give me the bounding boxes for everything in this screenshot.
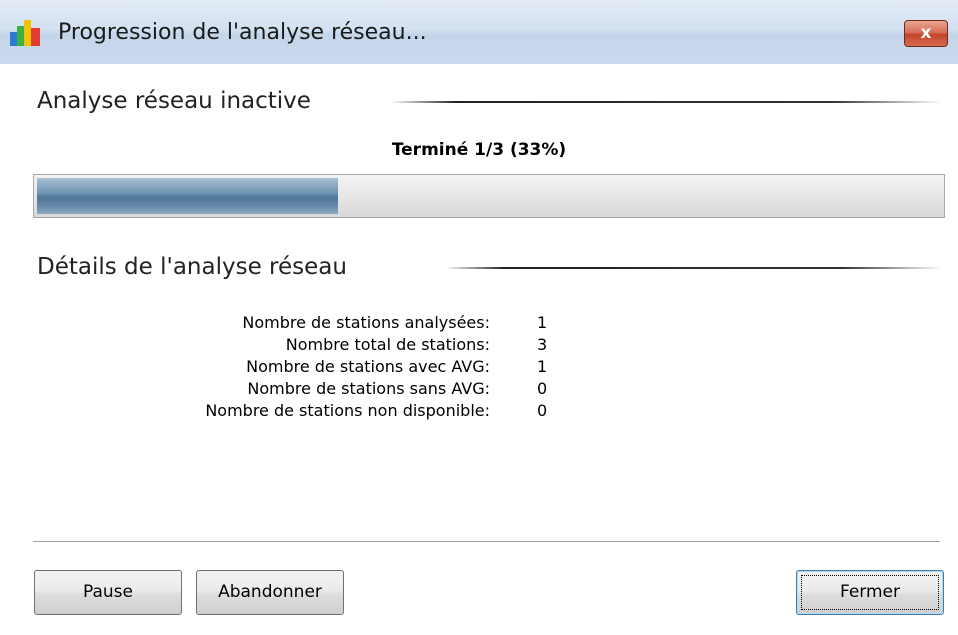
heading-divider	[390, 101, 942, 103]
pause-button[interactable]: Pause	[34, 570, 182, 615]
stat-value: 1	[537, 357, 548, 376]
abandon-button[interactable]: Abandonner	[196, 570, 344, 615]
scan-details-heading: Détails de l'analyse réseau	[37, 254, 347, 280]
close-button[interactable]: Fermer	[796, 570, 944, 615]
avg-logo-icon	[10, 20, 40, 46]
progress-bar	[33, 174, 945, 218]
network-scan-progress-dialog: Progression de l'analyse réseau... x Ana…	[0, 0, 958, 635]
stat-row: Nombre total de stations: 3	[0, 335, 958, 357]
stat-row: Nombre de stations analysées: 1	[0, 313, 958, 335]
stat-value: 3	[537, 335, 548, 354]
stat-value: 0	[537, 379, 548, 398]
stat-row: Nombre de stations sans AVG: 0	[0, 379, 958, 401]
focus-indicator	[801, 575, 939, 610]
stat-label: Nombre de stations non disponible:	[205, 401, 490, 420]
stat-label: Nombre total de stations:	[285, 335, 490, 354]
heading-divider	[445, 267, 942, 269]
scan-status-heading: Analyse réseau inactive	[37, 88, 311, 114]
title-bar[interactable]: Progression de l'analyse réseau... x	[0, 0, 958, 64]
stat-row: Nombre de stations non disponible: 0	[0, 401, 958, 423]
stat-value: 0	[537, 401, 548, 420]
stat-row: Nombre de stations avec AVG: 1	[0, 357, 958, 379]
progress-bar-fill	[37, 178, 338, 214]
stat-label: Nombre de stations avec AVG:	[246, 357, 490, 376]
button-separator	[33, 541, 940, 543]
progress-label: Terminé 1/3 (33%)	[391, 140, 567, 160]
close-icon: x	[920, 23, 932, 43]
stat-label: Nombre de stations analysées:	[242, 313, 490, 332]
stat-value: 1	[537, 313, 548, 332]
close-window-button[interactable]: x	[904, 20, 948, 47]
window-title: Progression de l'analyse réseau...	[58, 20, 427, 45]
stat-label: Nombre de stations sans AVG:	[247, 379, 490, 398]
